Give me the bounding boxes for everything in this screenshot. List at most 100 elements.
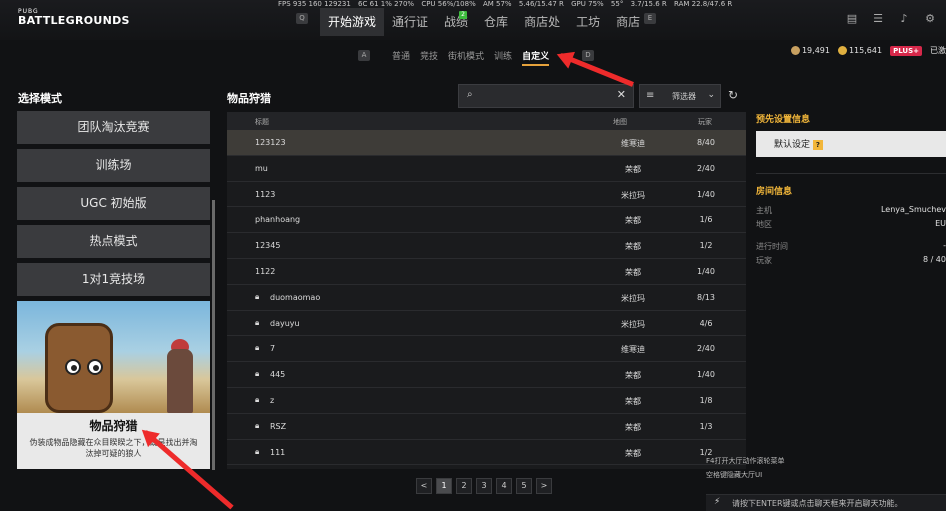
search-input[interactable]: ⌕ ✕ bbox=[458, 84, 634, 108]
mode-ugc-button[interactable]: UGC 初始版 bbox=[17, 187, 210, 220]
table-row[interactable]: 🔒︎ 111 荣都 1/2 bbox=[227, 440, 746, 466]
table-row[interactable]: 🔒︎ dayuyu 米拉玛 4/6 bbox=[227, 311, 746, 337]
table-row[interactable]: 123123 维寒迪 8/40 bbox=[227, 130, 746, 156]
cpu-readout: CPU 56%/108% bbox=[421, 0, 476, 8]
tab-workshop[interactable]: 工坊 bbox=[568, 8, 608, 36]
tab-stats[interactable]: 战绩 bbox=[436, 8, 476, 36]
prev-page-button[interactable]: < bbox=[416, 478, 432, 494]
filter-dropdown[interactable]: ≡ 筛选器 ⌄ bbox=[639, 84, 721, 108]
room-map: 荣都 bbox=[625, 267, 641, 277]
time-label: 进行时间 bbox=[756, 242, 788, 251]
card-description: 伪装成物品隐藏在众目睽睽之下，或是找出并淘汰掉可疑的狼人 bbox=[29, 438, 198, 458]
plus-badge[interactable]: PLUS+ bbox=[890, 45, 922, 56]
mode-1v1-arena-button[interactable]: 1对1竞技场 bbox=[17, 263, 210, 296]
page-5-button[interactable]: 5 bbox=[516, 478, 532, 494]
table-row[interactable]: 🔒︎ RSZ 荣都 1/3 bbox=[227, 414, 746, 440]
room-map: 维寒迪 bbox=[621, 345, 645, 355]
room-name: 1122 bbox=[255, 266, 276, 276]
players-value: 8 / 40 bbox=[922, 255, 946, 264]
tab-market[interactable]: 商店处 bbox=[516, 8, 568, 36]
lock-icon: 🔒︎ bbox=[255, 343, 260, 353]
preset-title: 预先设置信息 bbox=[756, 115, 811, 125]
column-players-header[interactable]: 玩家 bbox=[698, 117, 712, 127]
page-4-button[interactable]: 4 bbox=[496, 478, 512, 494]
room-name: 1123 bbox=[255, 189, 276, 199]
refresh-icon[interactable]: ↻ bbox=[728, 88, 738, 102]
gcoin-value: 115,641 bbox=[848, 46, 883, 55]
barrel-eye-right bbox=[87, 359, 103, 375]
room-info-panel: 预先设置信息 默认设定 ? 房间信息 主机 Lenya_Smuchev 地区 E… bbox=[756, 108, 946, 267]
table-row[interactable]: mu 荣都 2/40 bbox=[227, 156, 746, 182]
mode-team-deathmatch-button[interactable]: 团队淘汰竞赛 bbox=[17, 111, 210, 144]
lock-icon: 🔒︎ bbox=[255, 420, 260, 430]
subtab-ranked[interactable]: 竞技 bbox=[420, 49, 438, 66]
preset-value: 默认设定 bbox=[774, 140, 811, 150]
key-hint-e: E bbox=[644, 13, 656, 24]
column-map-header[interactable]: 地图 bbox=[613, 117, 627, 127]
tab-inventory[interactable]: 仓库 bbox=[476, 8, 516, 36]
page-1-button[interactable]: 1 bbox=[436, 478, 452, 494]
lock-icon: 🔒︎ bbox=[255, 369, 260, 379]
room-name: RSZ bbox=[270, 421, 287, 431]
friends-icon[interactable]: ☰ bbox=[872, 13, 884, 25]
pagination: < 1 2 3 4 5 > bbox=[416, 478, 552, 494]
key-hint-q: Q bbox=[296, 13, 308, 24]
room-name: 12345 bbox=[255, 241, 281, 251]
bp-coin-icon bbox=[790, 46, 800, 55]
table-row[interactable]: 🔒︎ duomaomao 米拉玛 8/13 bbox=[227, 285, 746, 311]
subtab-custom[interactable]: 自定义 bbox=[522, 49, 550, 66]
room-players: 1/40 bbox=[697, 266, 715, 276]
settings-icon[interactable]: ⚙ bbox=[924, 13, 936, 25]
select-mode-title: 选择模式 bbox=[18, 92, 62, 105]
mode-list-scrollbar[interactable] bbox=[212, 200, 215, 470]
subtab-training[interactable]: 训练 bbox=[494, 49, 512, 66]
room-map: 米拉玛 bbox=[621, 190, 645, 200]
barrel-eye-left bbox=[65, 359, 81, 375]
clear-search-icon[interactable]: ✕ bbox=[617, 88, 626, 101]
region-row: 地区 EU bbox=[756, 219, 946, 231]
plus-status: 已激 bbox=[930, 46, 946, 55]
table-row[interactable]: 🔒︎ 445 荣都 1/40 bbox=[227, 362, 746, 388]
room-players: 1/40 bbox=[697, 189, 715, 199]
help-icon[interactable]: ? bbox=[812, 140, 823, 150]
column-name-header[interactable]: 标题 bbox=[255, 117, 269, 127]
tab-play[interactable]: 开始游戏 bbox=[320, 8, 385, 36]
prop-hunt-mode-card[interactable]: 物品狩猎 伪装成物品隐藏在众目睽睽之下，或是找出并淘汰掉可疑的狼人 bbox=[17, 301, 210, 469]
room-map: 荣都 bbox=[625, 164, 641, 174]
mode-hotspot-button[interactable]: 热点模式 bbox=[17, 225, 210, 258]
custom-match-table: 标题 地图 玩家 123123 维寒迪 8/40 mu 荣都 2/40 1123 米拉玛 1/4… bbox=[227, 112, 746, 469]
room-players: 2/40 bbox=[697, 344, 715, 354]
room-map: 米拉玛 bbox=[621, 293, 645, 303]
key-hint-d: D bbox=[582, 50, 594, 61]
table-row[interactable]: 1122 荣都 1/40 bbox=[227, 259, 746, 285]
table-row[interactable]: 🔒︎ z 荣都 1/8 bbox=[227, 388, 746, 414]
next-page-button[interactable]: > bbox=[536, 478, 552, 494]
card-title: 物品狩猎 bbox=[89, 419, 138, 433]
page-2-button[interactable]: 2 bbox=[456, 478, 472, 494]
page-3-button[interactable]: 3 bbox=[476, 478, 492, 494]
table-row[interactable]: phanhoang 荣都 1/6 bbox=[227, 207, 746, 234]
bell-icon[interactable]: ♪ bbox=[898, 13, 910, 25]
table-row[interactable]: 🔒︎ 7 维寒迪 2/40 bbox=[227, 336, 746, 363]
tab-store[interactable]: 商店 bbox=[608, 8, 648, 36]
table-row[interactable]: 12345 荣都 1/2 bbox=[227, 233, 746, 259]
room-name: phanhoang bbox=[255, 215, 301, 225]
room-name: 111 bbox=[270, 447, 286, 457]
lock-icon: 🔒︎ bbox=[255, 446, 260, 456]
inbox-icon[interactable]: ▤ bbox=[846, 13, 858, 25]
players-row: 玩家 8 / 40 bbox=[756, 255, 946, 267]
tab-pass[interactable]: 通行证 bbox=[384, 8, 436, 36]
preset-value-box: 默认设定 ? bbox=[756, 131, 946, 157]
top-icons: ▤ ☰ ♪ ⚙ bbox=[846, 13, 946, 25]
mode-training-button[interactable]: 训练场 bbox=[17, 149, 210, 182]
host-row: 主机 Lenya_Smuchev bbox=[756, 205, 946, 217]
room-players: 1/2 bbox=[699, 241, 713, 251]
room-info-title: 房间信息 bbox=[756, 187, 793, 197]
subtab-arcade[interactable]: 街机模式 bbox=[448, 49, 484, 66]
gcoin-icon bbox=[837, 46, 847, 55]
main-nav: 开始游戏 通行证 战绩 仓库 商店处 工坊 商店 bbox=[320, 8, 648, 38]
chat-input[interactable]: ⚡ 请按下ENTER键或点击聊天框来开启聊天功能。 bbox=[706, 494, 946, 511]
table-row[interactable]: 1123 米拉玛 1/40 bbox=[227, 182, 746, 208]
subtab-normal[interactable]: 普通 bbox=[392, 49, 410, 66]
perf-readout-4: AM 57% bbox=[482, 0, 512, 8]
